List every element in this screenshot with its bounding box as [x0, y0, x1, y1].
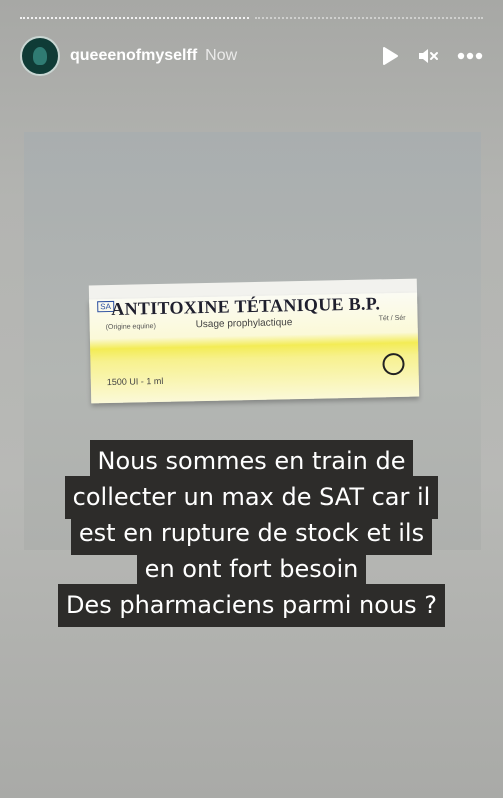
story-progress-bar [20, 17, 483, 20]
box-tag: Tét / Sér [378, 314, 406, 323]
progress-segment-active [20, 17, 249, 20]
more-options-icon[interactable] [457, 52, 483, 60]
box-dose: 1500 UI - 1 ml [106, 375, 164, 388]
box-title: ANTITOXINE TÉTANIQUE B.P. [111, 293, 381, 319]
muted-speaker-icon[interactable] [417, 46, 439, 66]
box-front: SA ANTITOXINE TÉTANIQUE B.P. (Origine eq… [89, 292, 420, 404]
progress-segment-next [254, 17, 483, 20]
medicine-box: SA ANTITOXINE TÉTANIQUE B.P. (Origine eq… [88, 278, 420, 404]
manufacturer-logo [382, 352, 405, 376]
story-caption: Nous sommes en train de collecter un max… [20, 440, 483, 627]
story-header: queeenofmyselff Now [20, 36, 483, 76]
post-time: Now [205, 47, 238, 64]
play-icon[interactable] [381, 46, 399, 66]
avatar-figure [33, 47, 47, 65]
box-origin: (Origine equine) [105, 323, 156, 332]
box-usage: Usage prophylactique [195, 317, 293, 331]
story-controls [381, 46, 483, 66]
username[interactable]: queeenofmyselff [70, 47, 197, 65]
avatar[interactable] [20, 36, 60, 76]
caption-line: Des pharmaciens parmi nous ? [57, 584, 446, 627]
